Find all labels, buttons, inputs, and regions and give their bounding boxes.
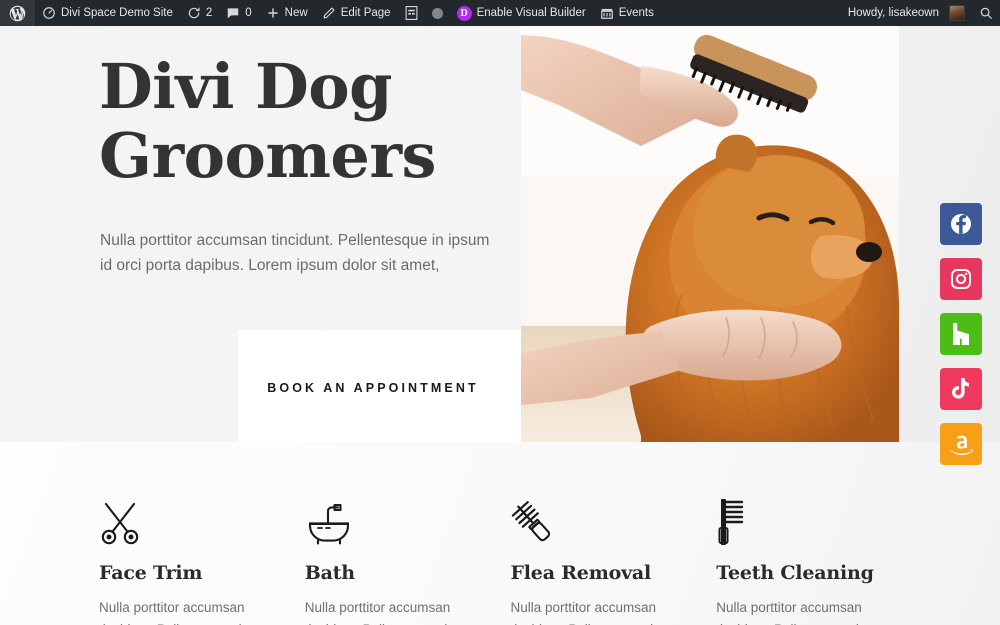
amazon-icon (948, 432, 974, 456)
avatar (949, 5, 965, 21)
flea-brush-icon (511, 488, 714, 546)
events-label: Events (618, 7, 654, 19)
service-card: Face Trim Nulla porttitor accumsan tinci… (99, 488, 302, 625)
service-title: Teeth Cleaning (716, 562, 874, 584)
hero-section: Divi Dog Groomers Nulla porttitor accums… (0, 26, 1000, 442)
book-appointment-label: BOOK AN APPOINTMENT (267, 381, 479, 395)
social-tiktok-button[interactable] (940, 368, 982, 410)
wpforms-button[interactable] (398, 0, 425, 26)
hero-title-line-2: Groomers (99, 119, 436, 193)
gray-dot-icon (431, 7, 443, 19)
wordpress-logo-icon (9, 5, 26, 22)
service-body: Nulla porttitor accumsan tincidunt. Pell… (99, 600, 249, 625)
social-amazon-button[interactable] (940, 423, 982, 465)
edit-page-button[interactable]: Edit Page (315, 0, 398, 26)
social-follow-rail (940, 203, 982, 465)
social-instagram-button[interactable] (940, 258, 982, 300)
comment-bubble-icon (226, 6, 240, 20)
updates-button[interactable]: 2 (180, 0, 219, 26)
service-card: Teeth Cleaning Nulla porttitor accumsan … (716, 488, 919, 625)
tiktok-icon (950, 377, 972, 401)
scissors-icon (99, 488, 302, 546)
search-icon (979, 6, 993, 20)
service-body: Nulla porttitor accumsan tincidunt. Pell… (510, 600, 661, 625)
updates-count: 2 (205, 7, 213, 19)
service-title: Face Trim (99, 562, 203, 584)
visual-builder-label: Enable Visual Builder (476, 7, 586, 19)
wp-admin-bar: Divi Space Demo Site 2 0 New Edit Page D… (0, 0, 1000, 26)
updates-icon (187, 6, 201, 20)
wordpress-logo-button[interactable] (0, 0, 35, 26)
services-grid: Face Trim Nulla porttitor accumsan tinci… (99, 488, 919, 625)
social-houzz-button[interactable] (940, 313, 982, 355)
site-name-label: Divi Space Demo Site (61, 7, 173, 19)
service-title: Bath (304, 562, 355, 584)
account-menu[interactable]: Howdy, lisakeown (841, 0, 972, 26)
service-title: Flea Removal (510, 562, 652, 584)
services-section: Face Trim Nulla porttitor accumsan tinci… (0, 442, 1000, 625)
new-content-label: New (284, 7, 308, 19)
service-body: Nulla porttitor accumsan tincidunt. Pell… (716, 600, 866, 625)
instagram-icon (949, 267, 973, 291)
divi-logo-icon: D (456, 5, 472, 21)
site-name-menu[interactable]: Divi Space Demo Site (35, 0, 180, 26)
howdy-label: Howdy, lisakeown (847, 7, 939, 19)
facebook-icon (949, 212, 973, 236)
wpforms-icon (405, 6, 418, 20)
enable-visual-builder-button[interactable]: D Enable Visual Builder (450, 0, 593, 26)
bathtub-icon (305, 488, 508, 546)
hero-paragraph: Nulla porttitor accumsan tincidunt. Pell… (100, 232, 490, 275)
events-button[interactable]: Events (593, 0, 661, 26)
book-appointment-button[interactable]: BOOK AN APPOINTMENT (238, 330, 568, 442)
dashboard-icon (42, 6, 56, 20)
hero-title-line-1: Divi Dog (99, 50, 392, 123)
plus-icon (266, 6, 280, 20)
comments-button[interactable]: 0 (219, 0, 258, 26)
page-title: Divi Dog Groomers (99, 52, 519, 191)
comb-icon (716, 488, 919, 546)
calendar-icon (600, 6, 614, 20)
status-indicator[interactable] (425, 0, 450, 26)
service-card: Flea Removal Nulla porttitor accumsan ti… (511, 488, 714, 625)
comments-count: 0 (245, 7, 252, 19)
service-body: Nulla porttitor accumsan tincidunt. Pell… (304, 600, 455, 625)
hero-photo (521, 26, 899, 442)
pencil-icon (322, 6, 336, 20)
houzz-icon (950, 322, 972, 346)
new-content-button[interactable]: New (259, 0, 315, 26)
service-card: Bath Nulla porttitor accumsan tincidunt.… (305, 488, 508, 625)
search-button[interactable] (972, 0, 1000, 26)
social-facebook-button[interactable] (940, 203, 982, 245)
edit-page-label: Edit Page (340, 7, 391, 19)
